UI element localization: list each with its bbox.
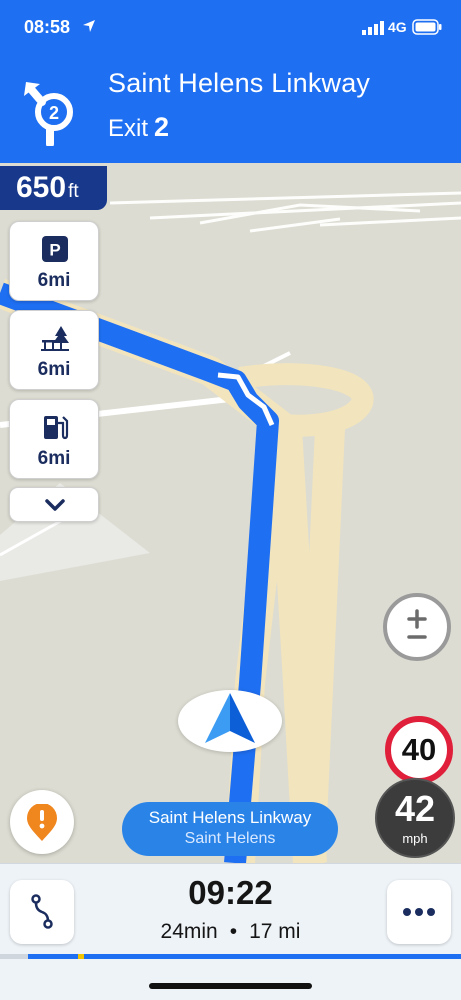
exit-instruction: Exit 2 — [108, 112, 169, 143]
more-menu-button[interactable] — [387, 880, 451, 944]
route-progress-bar — [0, 954, 461, 959]
chevron-down-icon — [45, 499, 65, 511]
route-progress-fill — [28, 954, 461, 959]
current-street-name: Saint Helens Linkway — [148, 808, 312, 827]
current-street-pill: Saint Helens Linkway Saint Helens — [122, 802, 338, 856]
network-type-label: 4G — [388, 19, 407, 35]
trip-distance: 17 mi — [249, 920, 301, 943]
navigation-arrow-icon — [205, 693, 255, 743]
trip-info-panel: 09:22 24min • 17 mi — [0, 863, 461, 1000]
current-speed-value: 42 — [394, 788, 436, 829]
poi-card-picnic-area[interactable]: 6mi — [9, 310, 99, 390]
roundabout-exit-icon: 2 — [24, 82, 73, 146]
poi-card-parking[interactable]: P 6mi — [9, 221, 99, 301]
current-position-marker — [178, 690, 282, 752]
exit-number: 2 — [154, 112, 170, 142]
speed-limit-sign: 40 — [385, 716, 453, 784]
route-progress-marker — [78, 954, 84, 959]
poi-distance: 6mi — [37, 270, 71, 291]
distance-unit: ft — [68, 181, 79, 202]
report-incident-button[interactable] — [10, 790, 74, 854]
zoom-button[interactable] — [383, 593, 451, 661]
status-time: 08:58 — [24, 17, 71, 37]
current-speed: 42 mph — [375, 778, 455, 858]
distance-to-maneuver: 650 ft — [0, 166, 107, 210]
poi-distance: 6mi — [37, 448, 71, 469]
fuel-station-icon — [44, 416, 69, 440]
battery-icon — [412, 19, 442, 35]
zoom-plus-minus-icon — [407, 609, 427, 639]
poi-distance: 6mi — [37, 359, 71, 380]
poi-expand-button[interactable] — [9, 487, 99, 522]
summary-separator: • — [229, 920, 238, 943]
exit-label: Exit — [108, 115, 149, 142]
cellular-signal-icon — [362, 21, 384, 35]
svg-text:P: P — [49, 241, 60, 260]
poi-card-fuel-station[interactable]: 6mi — [9, 399, 99, 479]
warning-pin-icon — [27, 804, 57, 841]
distance-value: 650 — [16, 171, 67, 204]
home-indicator[interactable] — [149, 983, 312, 989]
parking-icon: P — [42, 236, 68, 262]
more-dots-icon — [403, 908, 435, 916]
next-street-name: Saint Helens Linkway — [108, 68, 371, 98]
trip-duration: 24min — [160, 920, 218, 943]
status-bar: 08:58 4G — [0, 0, 461, 56]
roundabout-exit-number: 2 — [49, 103, 59, 123]
navigation-header: 08:58 4G 2 Saint Helens Linkway Exit 2 — [0, 0, 461, 163]
location-arrow-icon — [83, 20, 95, 32]
speed-unit: mph — [402, 831, 428, 846]
current-street-area: Saint Helens — [184, 830, 276, 847]
picnic-area-icon — [41, 326, 69, 351]
